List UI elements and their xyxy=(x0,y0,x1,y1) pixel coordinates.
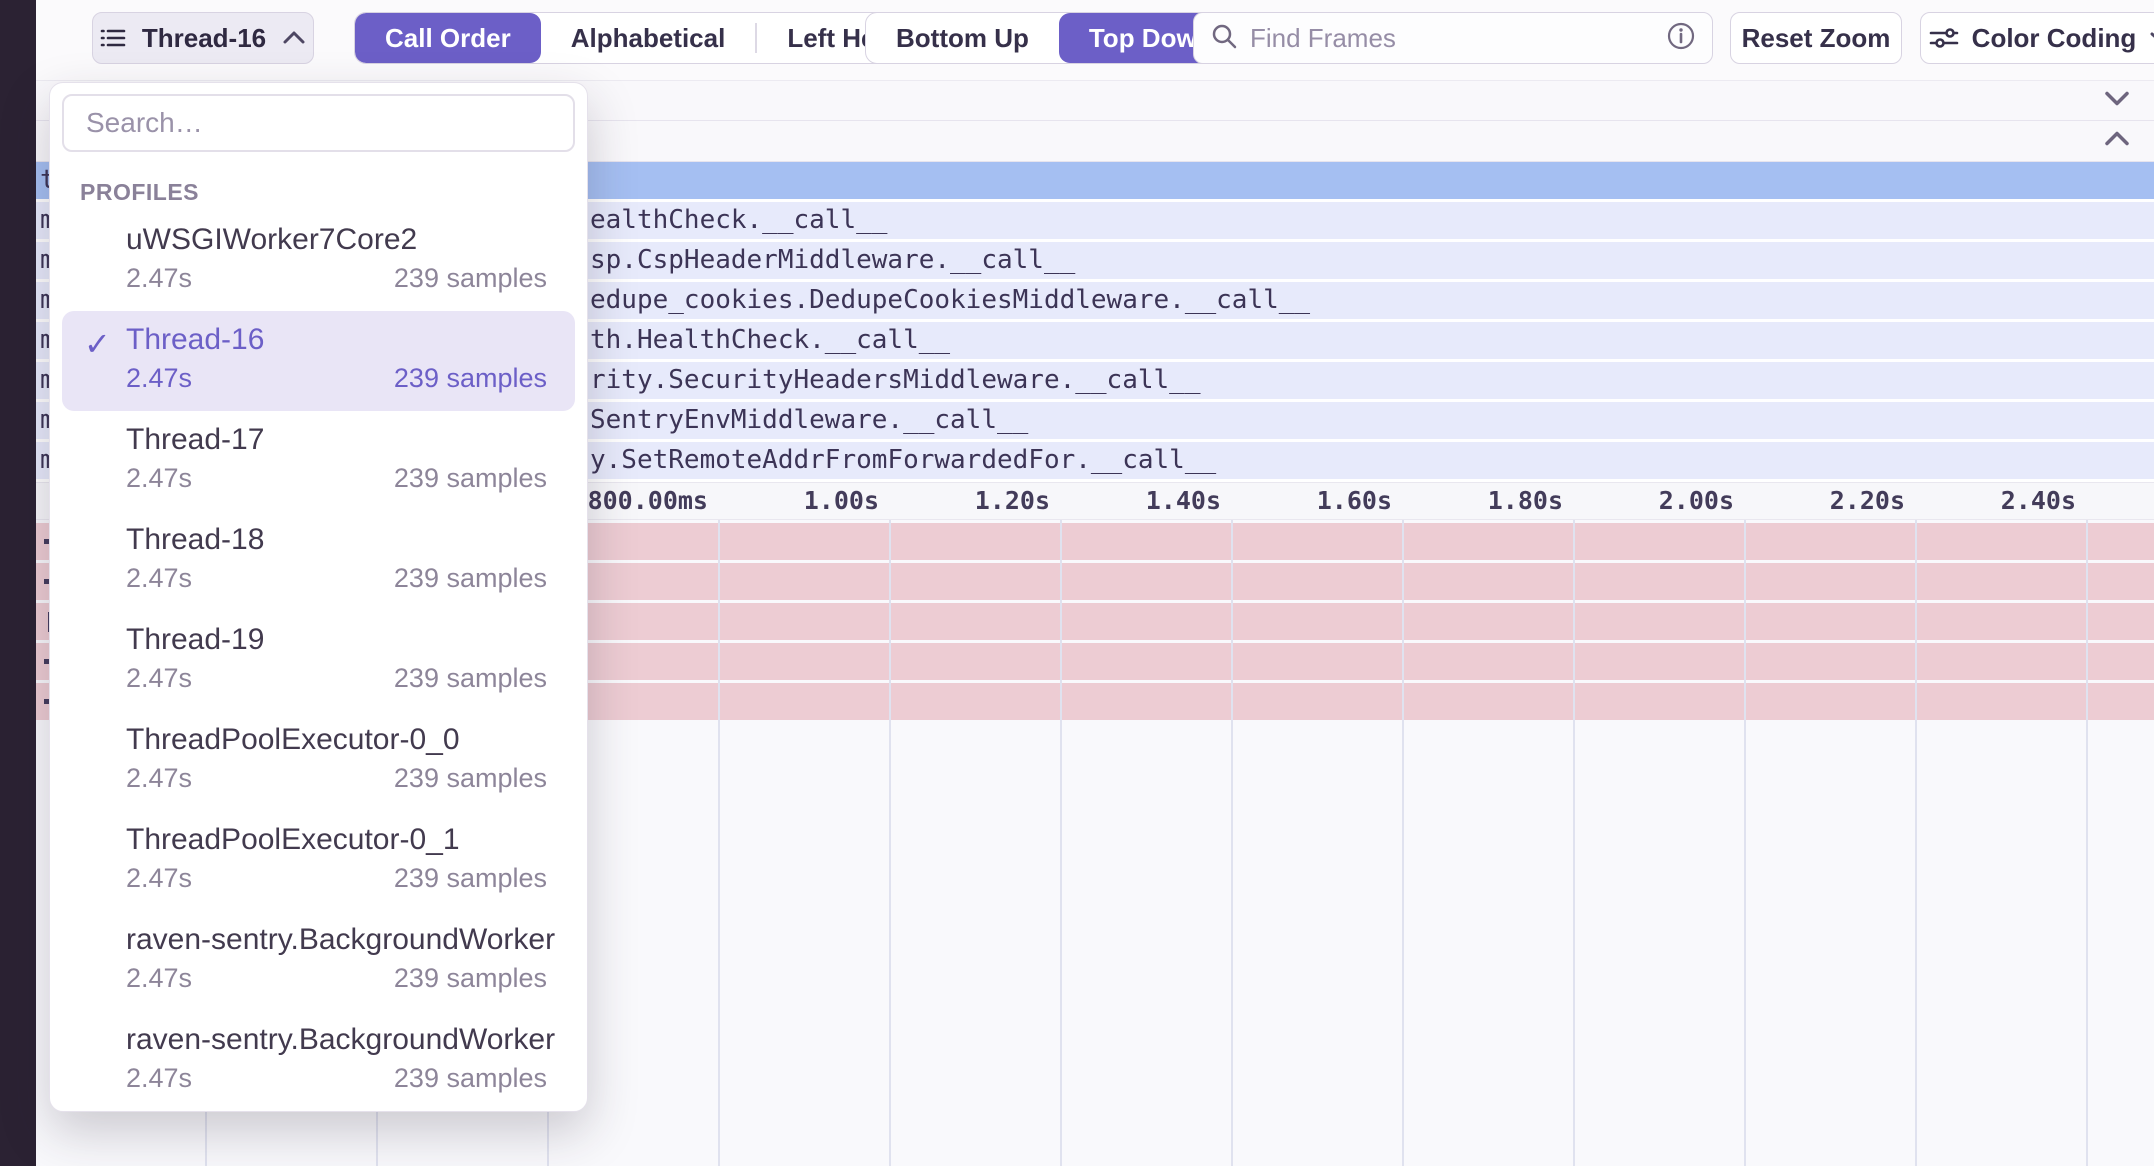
axis-tick-label: 2.20s xyxy=(1830,483,1915,519)
frame-text: sp.CspHeaderMiddleware.__call__ xyxy=(590,242,1075,279)
list-icon xyxy=(98,23,128,53)
find-frames-searchbox[interactable] xyxy=(1193,12,1713,64)
profile-option-uwsgiworker7core2[interactable]: ✓ uWSGIWorker7Core2 2.47s 239 samples xyxy=(62,211,575,311)
profile-duration: 2.47s xyxy=(126,263,192,294)
info-icon[interactable] xyxy=(1666,21,1696,56)
app-sidebar-rail xyxy=(0,0,36,1166)
axis-tick-label: 2.00s xyxy=(1659,483,1744,519)
profile-name: Thread-17 xyxy=(126,422,264,458)
profile-duration: 2.47s xyxy=(126,463,192,494)
time-gridline xyxy=(1744,520,1746,1166)
profile-option-threadpoolexecutor-0-1[interactable]: ✓ ThreadPoolExecutor-0_1 2.47s 239 sampl… xyxy=(62,811,575,911)
profile-option-raven-sentry-backgroundworker-1[interactable]: ✓ raven-sentry.BackgroundWorker 2.47s 23… xyxy=(62,911,575,1011)
dropdown-search-input[interactable] xyxy=(86,107,551,139)
frame-text: ealthCheck.__call__ xyxy=(590,202,887,239)
profile-option-threadpoolexecutor-0-0[interactable]: ✓ ThreadPoolExecutor-0_0 2.47s 239 sampl… xyxy=(62,711,575,811)
chevron-up-icon[interactable] xyxy=(2102,130,2132,153)
time-gridline xyxy=(889,520,891,1166)
tab-call-order[interactable]: Call Order xyxy=(355,13,541,63)
time-gridline xyxy=(2086,520,2088,1166)
color-coding-label: Color Coding xyxy=(1972,23,2137,54)
sliders-icon xyxy=(1928,24,1960,52)
sort-segmented-control: Call Order Alphabetical Left Heavy xyxy=(354,12,950,64)
frame-text: SentryEnvMiddleware.__call__ xyxy=(590,402,1028,439)
chevron-down-icon xyxy=(2148,30,2154,46)
thread-selector-button[interactable]: Thread-16 xyxy=(92,12,314,64)
profiler-flamegraph-app: Thread-16 Call Order Alphabetical Left H… xyxy=(0,0,2154,1166)
thread-selector-label: Thread-16 xyxy=(142,23,266,54)
profile-duration: 2.47s xyxy=(126,963,192,994)
profile-name: ThreadPoolExecutor-0_0 xyxy=(126,722,460,758)
profile-samples: 239 samples xyxy=(394,1063,547,1094)
profile-samples: 239 samples xyxy=(394,563,547,594)
tab-bottom-up[interactable]: Bottom Up xyxy=(866,13,1059,63)
profile-duration: 2.47s xyxy=(126,1063,192,1094)
tab-alphabetical[interactable]: Alphabetical xyxy=(541,13,756,63)
axis-tick-label: 1.80s xyxy=(1488,483,1573,519)
profile-name: Thread-16 xyxy=(126,322,264,358)
profile-samples: 239 samples xyxy=(394,763,547,794)
search-icon xyxy=(1210,22,1238,55)
axis-tick-label: 1.00s xyxy=(804,483,889,519)
time-gridline xyxy=(1915,520,1917,1166)
axis-tick-label: 1.20s xyxy=(975,483,1060,519)
profile-samples: 239 samples xyxy=(394,363,547,394)
frame-text: y.SetRemoteAddrFromForwardedFor.__call__ xyxy=(590,442,1216,479)
direction-segmented-control: Bottom Up Top Down xyxy=(865,12,1244,64)
profile-samples: 239 samples xyxy=(394,263,547,294)
profile-option-thread-19[interactable]: ✓ Thread-19 2.47s 239 samples xyxy=(62,611,575,711)
profile-duration: 2.47s xyxy=(126,863,192,894)
thread-selector-dropdown: PROFILES ✓ uWSGIWorker7Core2 2.47s 239 s… xyxy=(49,82,588,1112)
profile-duration: 2.47s xyxy=(126,363,192,394)
profile-duration: 2.47s xyxy=(126,763,192,794)
profiles-list: ✓ uWSGIWorker7Core2 2.47s 239 samples ✓ … xyxy=(62,211,575,1111)
time-gridline xyxy=(1573,520,1575,1166)
profile-samples: 239 samples xyxy=(394,663,547,694)
time-gridline xyxy=(718,520,720,1166)
profile-option-thread-17[interactable]: ✓ Thread-17 2.47s 239 samples xyxy=(62,411,575,511)
axis-tick-label: 800.00ms xyxy=(588,483,718,519)
checkmark-icon: ✓ xyxy=(84,325,111,363)
profile-name: uWSGIWorker7Core2 xyxy=(126,222,417,258)
axis-tick-label: 2.40s xyxy=(2001,483,2086,519)
frame-text: th.HealthCheck.__call__ xyxy=(590,322,950,359)
profile-samples: 239 samples xyxy=(394,463,547,494)
profile-name: raven-sentry.BackgroundWorker xyxy=(126,1022,555,1058)
profile-samples: 239 samples xyxy=(394,963,547,994)
profiles-section-label: PROFILES xyxy=(80,179,199,206)
dropdown-searchbox[interactable] xyxy=(62,94,575,152)
profile-duration: 2.47s xyxy=(126,663,192,694)
time-gridline xyxy=(1402,520,1404,1166)
profile-name: Thread-18 xyxy=(126,522,264,558)
chevron-down-icon[interactable] xyxy=(2102,89,2132,112)
profile-option-thread-18[interactable]: ✓ Thread-18 2.47s 239 samples xyxy=(62,511,575,611)
profile-name: ThreadPoolExecutor-0_1 xyxy=(126,822,460,858)
find-frames-input[interactable] xyxy=(1250,23,1654,54)
profile-samples: 239 samples xyxy=(394,863,547,894)
chevron-up-icon xyxy=(280,29,308,47)
time-gridline xyxy=(1231,520,1233,1166)
axis-tick-label: 1.40s xyxy=(1146,483,1231,519)
profile-option-thread-16[interactable]: ✓ Thread-16 2.47s 239 samples xyxy=(62,311,575,411)
axis-tick-label: 1.60s xyxy=(1317,483,1402,519)
frame-text: rity.SecurityHeadersMiddleware.__call__ xyxy=(590,362,1200,399)
toolbar: Thread-16 Call Order Alphabetical Left H… xyxy=(36,0,2154,80)
profile-option-raven-sentry-backgroundworker-2[interactable]: ✓ raven-sentry.BackgroundWorker 2.47s 23… xyxy=(62,1011,575,1111)
profile-name: raven-sentry.BackgroundWorker xyxy=(126,922,555,958)
reset-zoom-button[interactable]: Reset Zoom xyxy=(1730,12,1902,64)
frame-text: edupe_cookies.DedupeCookiesMiddleware.__… xyxy=(590,282,1310,319)
profile-name: Thread-19 xyxy=(126,622,264,658)
time-gridline xyxy=(1060,520,1062,1166)
color-coding-button[interactable]: Color Coding xyxy=(1920,12,2154,64)
profile-duration: 2.47s xyxy=(126,563,192,594)
